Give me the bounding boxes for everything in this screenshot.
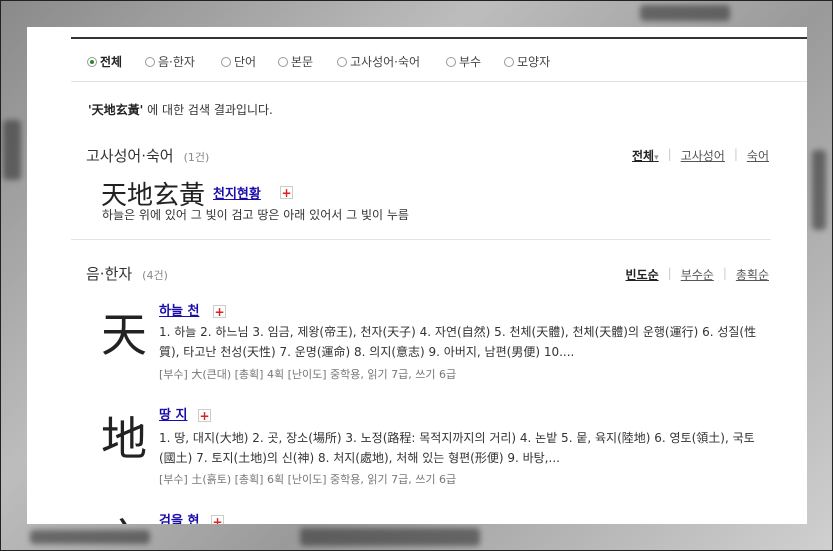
query-text: '天地玄黃' — [88, 103, 144, 117]
radio-icon — [87, 56, 97, 67]
hanja-meaning: 1. 땅, 대지(大地) 2. 곳, 장소(場所) 3. 노정(路程: 목적지까… — [159, 431, 755, 465]
add-vocab-button[interactable]: + — [280, 186, 293, 199]
separator: | — [667, 266, 672, 280]
result-summary: '天地玄黃' 에 대한 검색 결과입니다. — [88, 101, 273, 118]
separator: | — [667, 147, 672, 161]
idiom-section-title: 고사성어·숙어 (1건) — [86, 145, 209, 166]
add-vocab-button[interactable]: + — [211, 515, 224, 524]
tab-label: 고사성어·숙어 — [350, 55, 421, 69]
separator: | — [722, 266, 727, 280]
tab-body[interactable]: 본문 — [278, 53, 313, 70]
idiom-filters: 전체▾ | 고사성어 | 숙어 — [632, 147, 769, 164]
background-blur — [812, 150, 826, 230]
hanja-reading-link[interactable]: 땅 지 — [159, 404, 187, 423]
idiom-reading-link[interactable]: 천지현황 — [213, 183, 261, 202]
dropdown-arrow-icon: ▾ — [654, 153, 659, 163]
hanja-char: 玄 — [101, 505, 147, 524]
tab-label: 단어 — [234, 55, 257, 69]
separator: | — [733, 147, 738, 161]
tab-sound-hanja[interactable]: 음·한자 — [145, 53, 195, 70]
tab-label: 음·한자 — [158, 55, 195, 69]
hanja-reading-link[interactable]: 하늘 천 — [159, 300, 199, 319]
sort-radical[interactable]: 부수순 — [681, 266, 714, 283]
add-vocab-button[interactable]: + — [198, 409, 211, 422]
radio-icon — [446, 56, 456, 67]
background-blur — [3, 120, 21, 180]
search-result-panel: 전체 음·한자 단어 본문 고사성어·숙어 부수 모양자 '天地玄黃' 에 대한… — [27, 27, 807, 524]
tab-label: 부수 — [459, 55, 482, 69]
background-blur — [640, 5, 730, 21]
hanja-meta: [부수] 土(흙토) [총획] 6획 [난이도] 중학용, 읽기 7급, 쓰기 … — [159, 473, 457, 486]
radio-icon — [504, 56, 514, 67]
radio-icon — [145, 56, 155, 67]
sort-strokes[interactable]: 총획순 — [736, 266, 769, 283]
tab-idiom[interactable]: 고사성어·숙어 — [337, 53, 420, 70]
filter-label: 전체 — [632, 149, 655, 163]
radio-icon — [221, 56, 231, 67]
hanja-char: 地 — [101, 412, 147, 466]
tab-all[interactable]: 전체 — [87, 53, 122, 70]
search-tabs: 전체 음·한자 단어 본문 고사성어·숙어 부수 모양자 — [71, 37, 807, 82]
result-suffix: 에 대한 검색 결과입니다. — [143, 103, 273, 117]
sort-frequency[interactable]: 빈도순 — [626, 266, 659, 283]
background-blur — [300, 528, 480, 546]
tab-radical[interactable]: 부수 — [446, 53, 481, 70]
hanja-char: 天 — [101, 308, 147, 362]
hanja-meaning: 1. 하늘 2. 하느님 3. 임금, 제왕(帝王), 천자(天子) 4. 자연… — [159, 325, 757, 359]
filter-all[interactable]: 전체▾ — [632, 147, 659, 164]
background-blur — [30, 530, 150, 544]
hanja-section-title: 음·한자 (4건) — [86, 263, 168, 284]
radio-icon — [278, 56, 288, 67]
filter-phrase[interactable]: 숙어 — [747, 147, 769, 164]
section-divider — [71, 239, 771, 240]
tab-label: 전체 — [100, 55, 123, 69]
section-count: (1건) — [183, 151, 210, 164]
radio-icon — [337, 56, 347, 67]
tab-label: 본문 — [291, 55, 314, 69]
section-count: (4건) — [142, 269, 168, 282]
hanja-meta: [부수] 大(큰대) [총획] 4획 [난이도] 중학용, 읽기 7급, 쓰기 … — [159, 368, 457, 381]
hanja-sort-options: 빈도순 | 부수순 | 총획순 — [626, 266, 769, 283]
tab-word[interactable]: 단어 — [221, 53, 256, 70]
hanja-reading-link[interactable]: 검을 현 — [159, 510, 199, 524]
idiom-meaning: 하늘은 위에 있어 그 빛이 검고 땅은 아래 있어서 그 빛이 누름 — [102, 208, 409, 222]
add-vocab-button[interactable]: + — [213, 305, 226, 318]
section-title-text: 고사성어·숙어 — [86, 147, 174, 165]
section-title-text: 음·한자 — [86, 265, 133, 283]
tab-label: 모양자 — [517, 55, 551, 69]
tab-shape[interactable]: 모양자 — [504, 53, 550, 70]
filter-idiom[interactable]: 고사성어 — [681, 147, 725, 164]
